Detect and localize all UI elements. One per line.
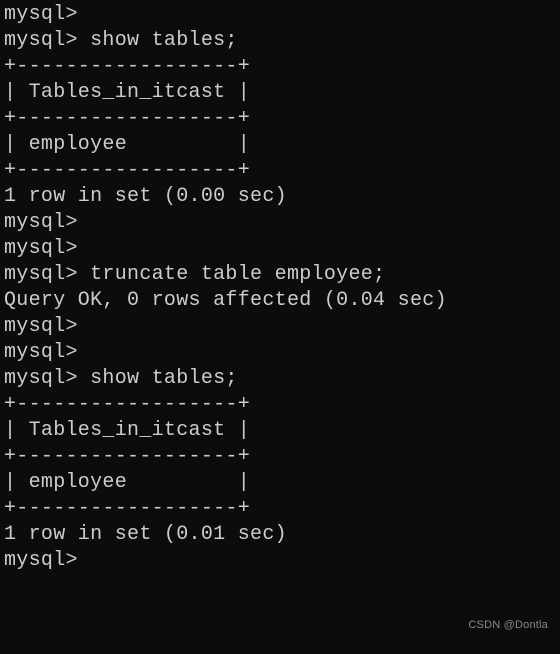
terminal-line-prompt: mysql> <box>4 314 556 340</box>
terminal-line-command: mysql> show tables; <box>4 28 556 54</box>
terminal-line-header: | Tables_in_itcast | <box>4 80 556 106</box>
terminal-line-border: +------------------+ <box>4 54 556 80</box>
terminal-line-result: 1 row in set (0.00 sec) <box>4 184 556 210</box>
terminal-line-row: | employee | <box>4 470 556 496</box>
terminal-line-border: +------------------+ <box>4 496 556 522</box>
terminal-line-row: | employee | <box>4 132 556 158</box>
terminal-line-border: +------------------+ <box>4 392 556 418</box>
terminal-line-result: Query OK, 0 rows affected (0.04 sec) <box>4 288 556 314</box>
terminal-line-prompt: mysql> <box>4 340 556 366</box>
terminal-line-border: +------------------+ <box>4 444 556 470</box>
terminal-line-header: | Tables_in_itcast | <box>4 418 556 444</box>
terminal-line-prompt: mysql> <box>4 210 556 236</box>
terminal-line-prompt: mysql> <box>4 2 556 28</box>
terminal-line-prompt: mysql> <box>4 236 556 262</box>
terminal-line-border: +------------------+ <box>4 106 556 132</box>
terminal-line-command: mysql> truncate table employee; <box>4 262 556 288</box>
terminal-line-prompt: mysql> <box>4 548 556 574</box>
terminal-line-command: mysql> show tables; <box>4 366 556 392</box>
terminal-line-border: +------------------+ <box>4 158 556 184</box>
terminal-line-result: 1 row in set (0.01 sec) <box>4 522 556 548</box>
watermark-text: CSDN @Dontla <box>468 618 548 632</box>
